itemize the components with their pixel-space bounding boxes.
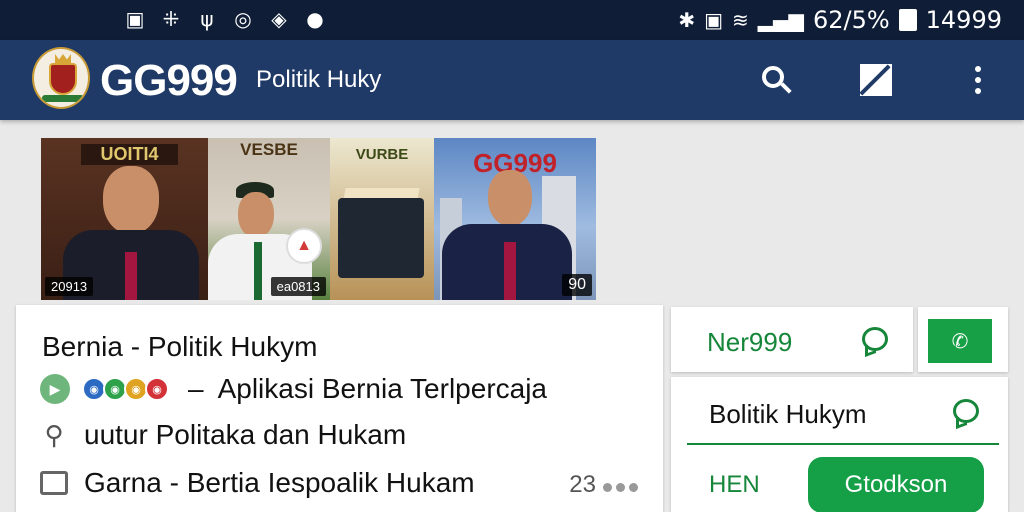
phone-icon: ✆ [928,319,992,363]
portrait-tie [125,252,137,300]
signal-icon: ▂▄▆ [757,8,804,32]
call-button[interactable]: ✆ [918,307,1008,372]
search-button[interactable] [756,60,796,100]
comment-count: 23 [569,471,596,498]
vibrate-icon: ▣ [704,8,724,32]
portrait-head [238,192,274,238]
shield-icon: ◈ [271,7,287,31]
store-red-icon[interactable]: ◉ [145,377,169,401]
image-icon: ▣ [125,7,145,31]
side-panel-title: Bolitik Hukym [709,399,867,429]
cta-button[interactable]: Gtodkson [808,457,984,512]
news-thumbnail[interactable]: VESBE ▲ ea0813 [208,138,330,300]
side-tab-label: Ner999 [707,327,793,357]
pin-icon: ▲ [286,228,322,264]
person-search-icon: ⚲ [44,419,64,450]
edit-icon [860,64,892,96]
app-description: Aplikasi Bernia Terlpercaja [217,373,548,404]
battery-percent: 62/5% [812,6,890,34]
clock: 14999 [925,6,1002,34]
wifi-icon: ≋ [732,8,749,32]
image-carousel: UOITI4 20913 VESBE ▲ ea0813 VURBE GG999 … [41,138,596,300]
portrait-head [103,166,159,234]
article-card[interactable]: Bernia - Politik Hukym ▶ ◉ ◉ ◉ ◉ – Aplik… [16,305,663,512]
thumbnail-title: VESBE [240,140,298,159]
status-bar: ▣ ⁜ ψ ◎ ◈ ● ✱ ▣ ≋ ▂▄▆ 62/5% 14999 [0,0,1024,40]
store-icons: ◉ ◉ ◉ ◉ [82,377,169,401]
book-icon [338,198,424,278]
category-row: Garna - Bertia Iespoalik Hukam 23 [40,467,650,499]
news-thumbnail[interactable]: UOITI4 20913 [41,138,208,300]
separator-dash: – [188,373,204,404]
location-icon: ● [306,7,324,31]
topic-row: ⚲ uutur Politaka dan Hukam [40,419,406,451]
search-icon [762,66,784,88]
edit-button[interactable] [856,60,896,100]
overflow-menu-button[interactable] [958,60,998,100]
side-panel: Bolitik Hukym HEN Gtodkson [671,377,1008,512]
play-icon[interactable]: ▶ [40,374,70,404]
app-row: ▶ ◉ ◉ ◉ ◉ – Aplikasi Bernia Terlpercaja [40,373,547,405]
thumbnail-title: UOITI4 [81,144,178,165]
news-thumbnail[interactable]: GG999 90 [434,138,596,300]
folder-icon [40,471,68,495]
news-thumbnail[interactable]: VURBE [330,138,434,300]
battery-icon [898,9,917,31]
portrait-tie [504,242,516,300]
shield-emblem-icon [49,63,77,95]
thumbnail-title: VURBE [355,146,409,163]
notification-icons: ▣ ⁜ ψ ◎ ◈ ● [122,6,328,32]
more-horiz-icon[interactable] [603,483,638,492]
app-bar: GG999 Politik Huky [0,40,1024,120]
category-text: Garna - Bertia Iespoalik Hukam [84,467,475,498]
active-indicator [687,443,999,445]
emblem-logo[interactable] [32,47,90,109]
brand-title: GG999 [100,56,238,105]
ribbon-icon [42,95,84,102]
usb-icon: ψ [200,7,214,31]
side-label: HEN [709,471,760,498]
chat-icon[interactable] [953,399,979,423]
bluetooth-icon: ✱ [678,8,696,32]
topic-text: uutur Politaka dan Hukam [84,419,407,450]
side-tab-ner999[interactable]: Ner999 [671,307,913,372]
thumbnail-badge: ea0813 [270,277,326,296]
grid-icon: ⁜ [162,7,180,31]
portrait-head [488,170,532,226]
system-tray: ✱ ▣ ≋ ▂▄▆ 62/5% 14999 [678,6,1002,34]
more-vert-icon [975,66,981,94]
app-subtitle: Politik Huky [256,66,382,93]
sync-icon: ◎ [234,7,252,31]
chat-icon [862,327,888,351]
portrait-tie [254,242,262,300]
card-title: Bernia - Politik Hukym [42,331,318,362]
thumbnail-badge: 90 [562,274,592,296]
thumbnail-badge: 20913 [45,277,94,296]
